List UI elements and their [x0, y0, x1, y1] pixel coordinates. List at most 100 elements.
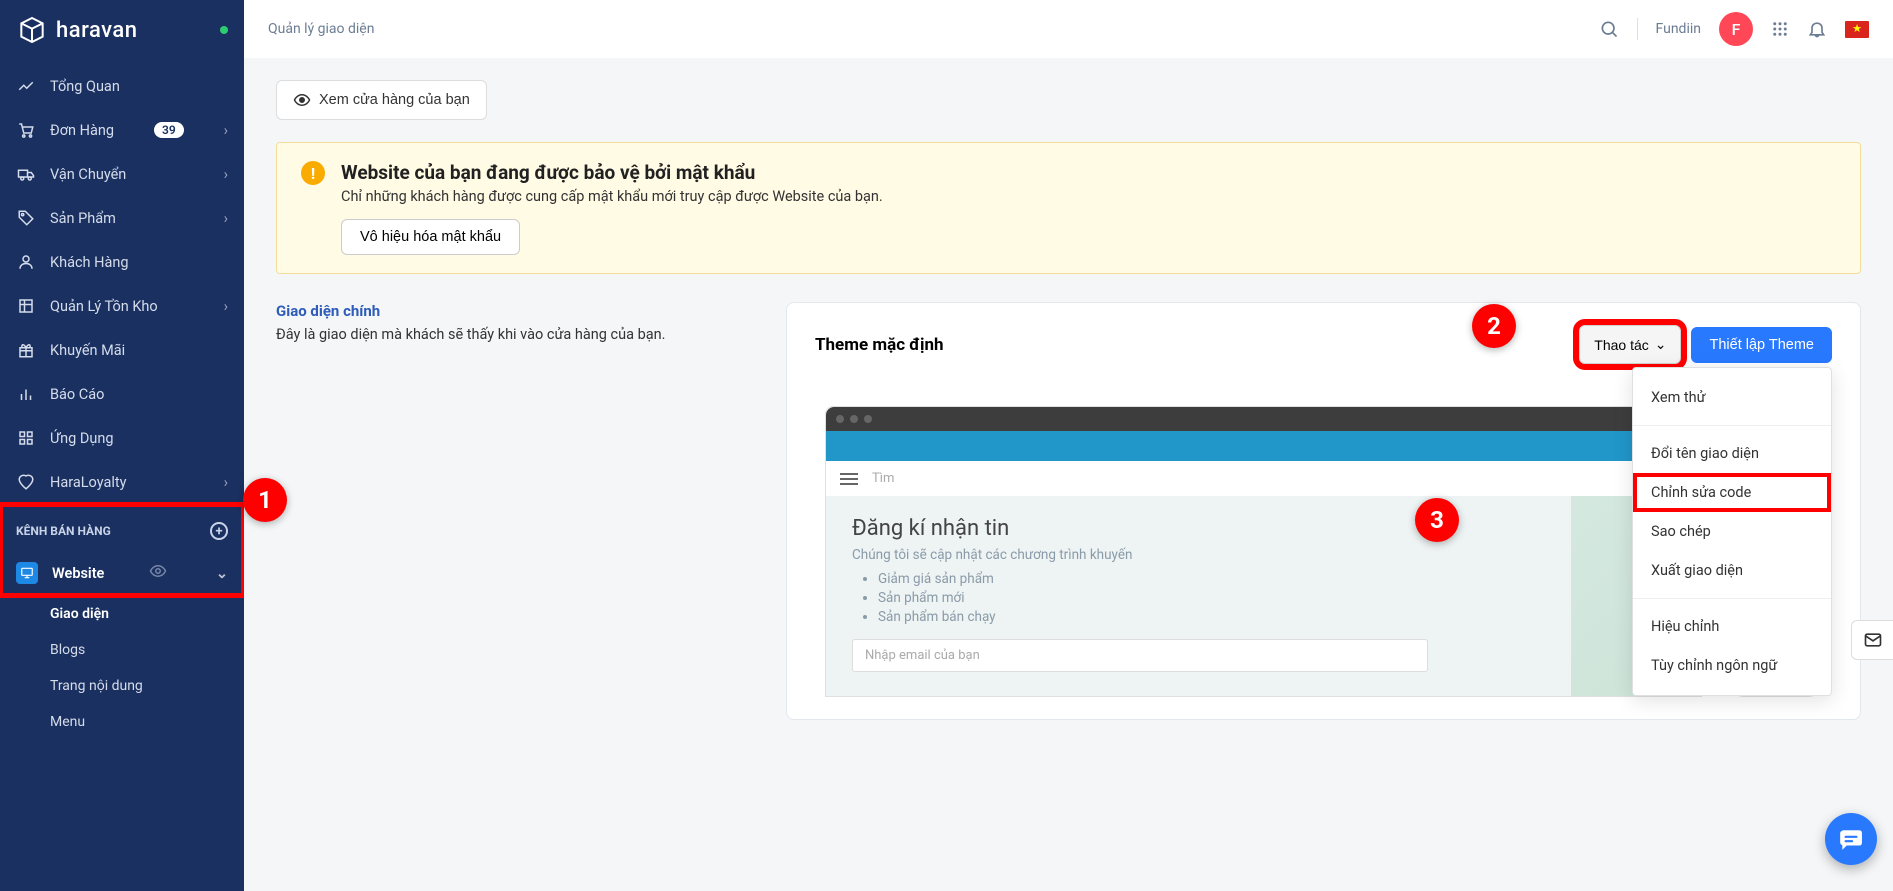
nav-label: Tổng Quan — [50, 78, 120, 95]
sidebar-item-tonkho[interactable]: Quản Lý Tồn Kho › — [0, 284, 244, 328]
main: Quản lý giao diện Fundiin F Xem cửa hàng… — [244, 0, 1893, 891]
sidebar-sub-trang[interactable]: Trang nội dung — [0, 668, 244, 704]
nav-label: Ứng Dụng — [50, 430, 114, 447]
sidebar-sub-blogs[interactable]: Blogs — [0, 632, 244, 668]
sidebar-item-vanchuyen[interactable]: Vận Chuyển› — [0, 152, 244, 196]
chevron-right-icon: › — [224, 166, 228, 183]
heart-icon — [16, 472, 36, 492]
sidebar-sub-menu[interactable]: Menu — [0, 704, 244, 740]
sidebar: haravan Tổng Quan Đơn Hàng 39 › Vận Chuyển… — [0, 0, 244, 891]
plus-icon[interactable]: + — [210, 522, 228, 540]
nav-label: Khách Hàng — [50, 254, 129, 271]
chat-fab[interactable] — [1825, 813, 1877, 865]
sidebar-item-baocao[interactable]: Báo Cáo — [0, 372, 244, 416]
theme-section: Giao diện chính Đây là giao diện mà khác… — [276, 302, 1861, 720]
chevron-right-icon: › — [224, 298, 228, 315]
sidebar-sub-giaodien[interactable]: Giao diện — [0, 596, 244, 632]
sidebar-item-ungdung[interactable]: Ứng Dụng — [0, 416, 244, 460]
preview-desktop: Tìm Đăng kí nhận tin Chúng tôi sẽ cập nh… — [825, 406, 1702, 697]
chevron-right-icon: › — [224, 210, 228, 227]
apps-grid-icon — [1771, 20, 1789, 38]
preview-header — [826, 431, 1701, 461]
monitor-icon — [16, 562, 38, 584]
annotation-badge-1: 1 — [243, 478, 287, 522]
view-store-button[interactable]: Xem cửa hàng của bạn — [276, 80, 487, 120]
section-desc: Đây là giao diện mà khách sẽ thấy khi và… — [276, 326, 756, 343]
divider — [1633, 425, 1831, 426]
preview-search: Tìm — [872, 471, 894, 486]
theme-card: Theme mặc định Thao tác⌄ Thiết lập Theme… — [786, 302, 1861, 720]
disable-password-button[interactable]: Vô hiệu hóa mật khẩu — [341, 219, 520, 255]
preview-body: Đăng kí nhận tin Chúng tôi sẽ cập nhật c… — [826, 496, 1701, 696]
preview-modal-sub: Chúng tôi sẽ cập nhật các chương trình k… — [852, 547, 1675, 563]
section-title: Giao diện chính — [276, 302, 756, 320]
content: Xem cửa hàng của bạn ! Website của bạn đ… — [244, 58, 1893, 891]
sidebar-item-sanpham[interactable]: Sản Phẩm › — [0, 196, 244, 240]
chart-line-icon — [16, 76, 36, 96]
theme-head: Theme mặc định Thao tác⌄ Thiết lập Theme — [815, 325, 1832, 364]
grid-icon — [16, 428, 36, 448]
avatar[interactable]: F — [1719, 12, 1753, 46]
nav-label: Sản Phẩm — [50, 210, 116, 227]
section-left: Giao diện chính Đây là giao diện mà khác… — [276, 302, 756, 343]
divider — [1633, 598, 1831, 599]
chat-icon — [1838, 826, 1864, 852]
logo-row[interactable]: haravan — [0, 0, 244, 60]
brand-name: haravan — [56, 18, 138, 43]
sidebar-item-khuyenmai[interactable]: Khuyến Mãi — [0, 328, 244, 372]
list-item: Sản phẩm bán chạy — [878, 609, 1675, 625]
main-nav: Tổng Quan Đơn Hàng 39 › Vận Chuyển› Sản Ph… — [0, 60, 244, 740]
notifications-button[interactable] — [1807, 19, 1827, 39]
user-name[interactable]: Fundiin — [1656, 21, 1701, 37]
nav-label: Website — [52, 565, 104, 582]
flag-vietnam-icon[interactable] — [1845, 21, 1869, 38]
alert-body: Website của bạn đang được bảo vệ bởi mật… — [341, 161, 883, 255]
bar-chart-icon — [16, 384, 36, 404]
theme-action-button[interactable]: Thao tác⌄ — [1579, 325, 1681, 364]
search-button[interactable] — [1599, 19, 1619, 39]
nav-section-kenh: KÊNH BÁN HÀNG+ — [0, 504, 244, 550]
sidebar-item-donhang[interactable]: Đơn Hàng 39 › — [0, 108, 244, 152]
chevron-down-icon: ⌄ — [1655, 336, 1667, 353]
apps-button[interactable] — [1771, 20, 1789, 38]
dd-ngonngu[interactable]: Tùy chỉnh ngôn ngữ — [1633, 646, 1831, 685]
orders-badge: 39 — [154, 122, 184, 138]
alert-desc: Chỉ những khách hàng được cung cấp mật k… — [341, 188, 883, 205]
sidebar-item-website[interactable]: Website ⌄ — [0, 550, 244, 596]
setup-theme-button[interactable]: Thiết lập Theme — [1691, 327, 1832, 363]
chevron-down-icon: ⌄ — [216, 565, 228, 582]
preview-list: Giảm giá sản phẩm Sản phẩm mới Sản phẩm … — [852, 571, 1675, 625]
eye-icon[interactable] — [149, 562, 167, 584]
sidebar-item-tongquan[interactable]: Tổng Quan — [0, 64, 244, 108]
action-dropdown: Xem thử Đổi tên giao diện Chỉnh sửa code… — [1632, 367, 1832, 696]
dd-xemthu[interactable]: Xem thử — [1633, 378, 1831, 417]
password-alert: ! Website của bạn đang được bảo vệ bởi m… — [276, 142, 1861, 274]
nav-label: Quản Lý Tồn Kho — [50, 298, 158, 315]
sidebar-item-khachhang[interactable]: Khách Hàng — [0, 240, 244, 284]
nav-label: Báo Cáo — [50, 386, 104, 403]
chevron-right-icon: › — [224, 122, 228, 139]
dd-saochep[interactable]: Sao chép — [1633, 512, 1831, 551]
nav-label: Khuyến Mãi — [50, 342, 125, 359]
alert-title: Website của bạn đang được bảo vệ bởi mật… — [341, 161, 883, 184]
highlight-box-1: KÊNH BÁN HÀNG+ Website ⌄ — [0, 504, 244, 596]
list-item: Sản phẩm mới — [878, 590, 1675, 606]
divider — [1637, 18, 1638, 40]
search-icon — [1599, 19, 1619, 39]
nav-label: Đơn Hàng — [50, 122, 114, 139]
annotation-badge-3: 3 — [1415, 498, 1459, 542]
chevron-right-icon: › — [224, 474, 228, 491]
mail-icon — [1863, 630, 1883, 650]
mail-fab[interactable] — [1851, 620, 1893, 660]
browser-bar — [826, 407, 1701, 431]
cart-icon — [16, 120, 36, 140]
truck-icon — [16, 164, 36, 184]
dd-chinhsuacode[interactable]: Chỉnh sửa code — [1633, 473, 1831, 512]
sidebar-item-haraloyalty[interactable]: HaraLoyalty› — [0, 460, 244, 504]
dd-hieuchinh[interactable]: Hiệu chỉnh — [1633, 607, 1831, 646]
dd-xuat[interactable]: Xuất giao diện — [1633, 551, 1831, 590]
dd-doiten[interactable]: Đổi tên giao diện — [1633, 434, 1831, 473]
hamburger-icon — [840, 473, 858, 485]
warning-icon: ! — [301, 161, 325, 185]
btn-label: Xem cửa hàng của bạn — [319, 92, 470, 108]
